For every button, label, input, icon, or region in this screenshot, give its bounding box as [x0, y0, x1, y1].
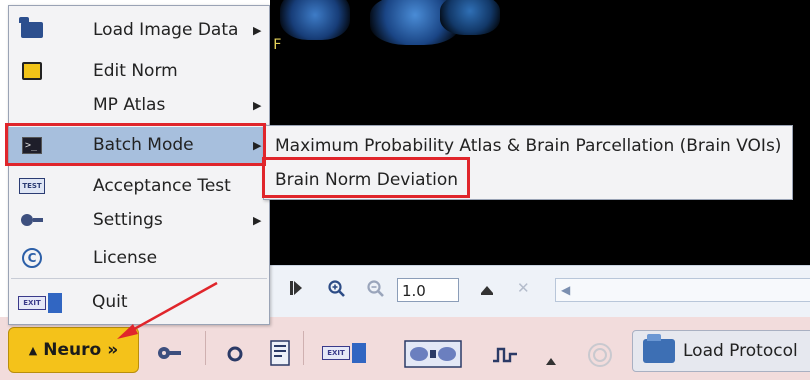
menu-item-license[interactable]: C License — [9, 240, 269, 276]
step-forward-icon[interactable] — [290, 279, 302, 301]
menu-item-label: Load Image Data — [93, 20, 239, 40]
menu-separator — [11, 278, 267, 279]
neuro-button-label: Neuro — [43, 340, 102, 360]
gear-icon[interactable] — [157, 345, 183, 365]
gear-icon — [19, 209, 45, 231]
pulse-icon[interactable] — [492, 346, 518, 368]
menu-item-label: Settings — [93, 210, 163, 230]
open-folder-icon — [19, 17, 45, 41]
slice-slider[interactable]: ◀ — [555, 278, 810, 302]
brain-layout-icon[interactable] — [404, 340, 462, 372]
ring-icon[interactable] — [226, 345, 244, 367]
orientation-marker: F — [273, 37, 282, 53]
menu-item-edit-norm[interactable]: Edit Norm — [9, 53, 269, 89]
viewer-toolbar: 1.0 ✕ ◀ — [270, 265, 810, 318]
test-icon: TEST — [19, 175, 45, 197]
menu-item-label: Batch Mode — [93, 135, 194, 155]
toolbar-divider — [303, 331, 304, 365]
menu-item-label: License — [93, 248, 158, 268]
triangle-up-icon: ▲ — [28, 343, 38, 357]
load-protocol-button[interactable]: Load Protocol — [632, 330, 810, 372]
disabled-circle-icon — [587, 342, 613, 372]
menu-item-acceptance-test[interactable]: TEST Acceptance Test — [9, 168, 269, 204]
copyright-icon: C — [19, 247, 45, 269]
menu-item-load-image-data[interactable]: Load Image Data ▶ — [9, 12, 269, 48]
document-icon[interactable] — [270, 340, 290, 370]
submenu-item-brain-norm-deviation[interactable]: Brain Norm Deviation — [264, 162, 458, 198]
zoom-in-icon[interactable] — [328, 280, 346, 302]
menu-separator — [11, 124, 267, 125]
edit-norm-icon — [19, 60, 45, 82]
triangle-up-icon[interactable] — [545, 351, 557, 370]
zoom-input[interactable]: 1.0 — [397, 278, 459, 302]
menu-item-label: Acceptance Test — [93, 176, 231, 196]
submenu-item-mp-atlas-parcellation[interactable]: Maximum Probability Atlas & Brain Parcel… — [264, 128, 781, 164]
neuro-menu: Load Image Data ▶ Edit Norm MP Atlas ▶ >… — [8, 5, 270, 325]
menu-item-label: Quit — [92, 292, 128, 312]
open-folder-icon — [643, 334, 675, 363]
brain-slice-image — [440, 0, 500, 35]
menu-item-batch-mode[interactable]: >_ Batch Mode ▶ — [9, 127, 269, 163]
zoom-out-icon[interactable] — [367, 280, 385, 302]
triangle-up-icon[interactable] — [480, 281, 494, 299]
batch-mode-submenu: Maximum Probability Atlas & Brain Parcel… — [263, 125, 793, 200]
exit-icon: EXIT — [15, 292, 65, 314]
submenu-arrow-icon: ▶ — [253, 138, 262, 152]
menu-item-label: MP Atlas — [93, 95, 166, 115]
neuro-button[interactable]: ▲ Neuro » — [8, 327, 139, 373]
terminal-icon: >_ — [19, 134, 45, 156]
slider-left-arrow-icon[interactable]: ◀ — [561, 283, 570, 297]
toolbar-divider — [205, 331, 206, 365]
submenu-arrow-icon: ▶ — [253, 98, 262, 112]
submenu-arrow-icon: ▶ — [253, 213, 262, 227]
close-icon[interactable]: ✕ — [517, 279, 530, 297]
submenu-arrow-icon: ▶ — [253, 23, 262, 37]
menu-item-quit[interactable]: EXIT — [9, 285, 269, 321]
menu-item-settings[interactable]: Settings ▶ — [9, 202, 269, 238]
brain-slice-image — [280, 0, 350, 40]
exit-icon[interactable]: EXIT — [322, 343, 366, 363]
menu-item-mp-atlas[interactable]: MP Atlas ▶ — [9, 87, 269, 123]
menu-item-label: Edit Norm — [93, 61, 178, 81]
chevron-right-icon: » — [107, 340, 119, 360]
load-protocol-label: Load Protocol — [683, 341, 798, 361]
